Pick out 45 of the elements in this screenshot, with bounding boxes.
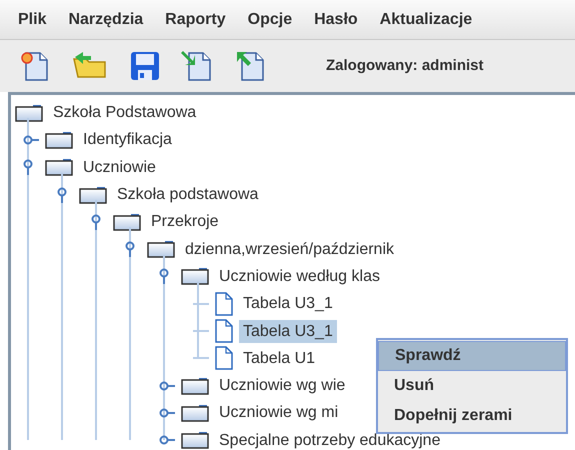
expanded-handle-icon[interactable] [23, 159, 33, 176]
folder-icon [181, 376, 209, 395]
menu-item[interactable]: Opcje [248, 8, 292, 32]
tree-item[interactable]: Tabela U1 [239, 346, 320, 370]
expanded-handle-icon[interactable] [159, 268, 169, 284]
folder-icon [45, 130, 73, 149]
tree-item[interactable]: Specjalne potrzeby edukacyjne [215, 428, 444, 450]
expanded-handle-icon[interactable] [91, 214, 101, 230]
menu-item[interactable]: Plik [18, 8, 46, 32]
collapsed-handle-icon[interactable] [159, 408, 175, 418]
collapsed-handle-icon[interactable] [23, 134, 39, 145]
collapsed-handle-icon[interactable] [159, 435, 175, 446]
context-menu-item[interactable]: Usuń [378, 371, 566, 401]
menu-item[interactable]: Aktualizacje [380, 8, 472, 32]
tree-item[interactable]: Przekroje [147, 210, 223, 234]
folder-icon [147, 240, 175, 258]
document-icon [215, 292, 233, 316]
tree-item[interactable]: Szkoła podstawowa [113, 183, 262, 206]
expanded-handle-icon[interactable] [57, 186, 67, 203]
expanded-handle-icon[interactable] [125, 241, 135, 258]
tree-item[interactable]: Uczniowie wg wie [215, 374, 350, 398]
context-menu-item[interactable]: Sprawdź [378, 341, 566, 371]
tree-item[interactable]: Uczniowie wg mi [215, 401, 342, 424]
tree-item[interactable]: Tabela U3_1 [239, 320, 337, 343]
folder-icon [181, 404, 209, 422]
folder-icon [15, 104, 43, 122]
tree-item[interactable]: Tabela U3_1 [239, 292, 337, 316]
collapsed-handle-icon[interactable] [159, 380, 175, 391]
context-menu-item[interactable]: Dopełnij zerami [378, 401, 566, 431]
folder-icon [79, 186, 107, 204]
folder-icon [181, 267, 209, 286]
login-status: Zalogowany: administ [326, 56, 484, 76]
tree-item[interactable]: Uczniowie [79, 156, 160, 179]
document-icon [215, 319, 233, 344]
menu-item[interactable]: Hasło [314, 8, 358, 32]
folder-icon [113, 212, 141, 231]
menu-item[interactable]: Narzędzia [68, 8, 144, 32]
document-icon [215, 346, 233, 370]
folder-icon [45, 158, 73, 176]
tree-item[interactable]: dzienna,wrzesień/październik [181, 238, 398, 261]
tree-item[interactable]: Szkoła Podstawowa [49, 101, 200, 124]
tree-item[interactable]: Uczniowie według klas [215, 264, 384, 288]
tree-item[interactable]: Identyfikacja [79, 128, 176, 152]
folder-icon [181, 431, 209, 450]
menu-item[interactable]: Raporty [165, 8, 226, 32]
